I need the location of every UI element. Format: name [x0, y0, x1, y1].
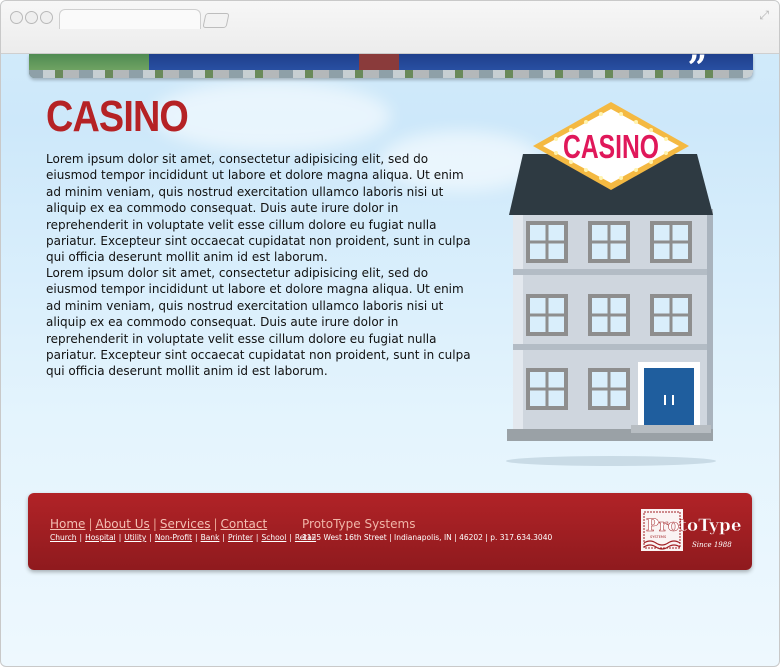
footer-address: 1125 West 16th Street | Indianapolis, IN…	[302, 533, 553, 542]
header-banner-image: ”	[29, 54, 753, 78]
casino-building-illustration: CASINO	[506, 102, 716, 466]
footer-link-non-profit[interactable]: Non-Profit	[155, 533, 192, 542]
close-window-button[interactable]	[10, 11, 23, 24]
footer-link-bank[interactable]: Bank	[201, 533, 220, 542]
site-footer: Home | About Us | Services | Contact Church | Ho…	[28, 493, 752, 570]
footer-main-nav: Home | About Us | Services | Contact	[50, 517, 268, 531]
browser-titlebar: ⤢	[1, 1, 779, 54]
page-title: CASINO	[46, 92, 189, 141]
footer-link-utility[interactable]: Utility	[124, 533, 146, 542]
logo-small-text: SYSTEMS	[650, 535, 667, 539]
browser-tab[interactable]	[59, 9, 201, 29]
footer-company-name: ProtoType Systems	[302, 517, 416, 531]
browser-window: ⤢ ” CASINO Lorem ipsum dolor sit amet, c…	[0, 0, 780, 667]
footer-link-church[interactable]: Church	[50, 533, 77, 542]
footer-link-contact[interactable]: Contact	[221, 517, 268, 531]
maximize-window-button[interactable]	[40, 11, 53, 24]
footer-link-home[interactable]: Home	[50, 517, 85, 531]
body-paragraph-1: Lorem ipsum dolor sit amet, consectetur …	[46, 152, 471, 265]
logo-text: ProtoType	[646, 516, 742, 536]
prototype-logo[interactable]: ProtoType SYSTEMS Since 1988	[638, 507, 743, 555]
footer-link-services[interactable]: Services	[160, 517, 211, 531]
footer-link-school[interactable]: School	[261, 533, 286, 542]
footer-link-about-us[interactable]: About Us	[95, 517, 149, 531]
casino-sign-text: CASINO	[563, 128, 659, 165]
fullscreen-icon[interactable]: ⤢	[759, 8, 769, 23]
minimize-window-button[interactable]	[25, 11, 38, 24]
footer-link-printer[interactable]: Printer	[228, 533, 253, 542]
footer-link-hospital[interactable]: Hospital	[85, 533, 116, 542]
body-paragraph-2: Lorem ipsum dolor sit amet, consectetur …	[46, 266, 471, 379]
quote-mark-icon: ”	[687, 54, 707, 78]
logo-since-text: Since 1988	[692, 541, 732, 549]
footer-sub-nav: Church | Hospital | Utility | Non-Profit | Bank |…	[50, 533, 317, 542]
new-tab-button[interactable]	[202, 13, 230, 28]
